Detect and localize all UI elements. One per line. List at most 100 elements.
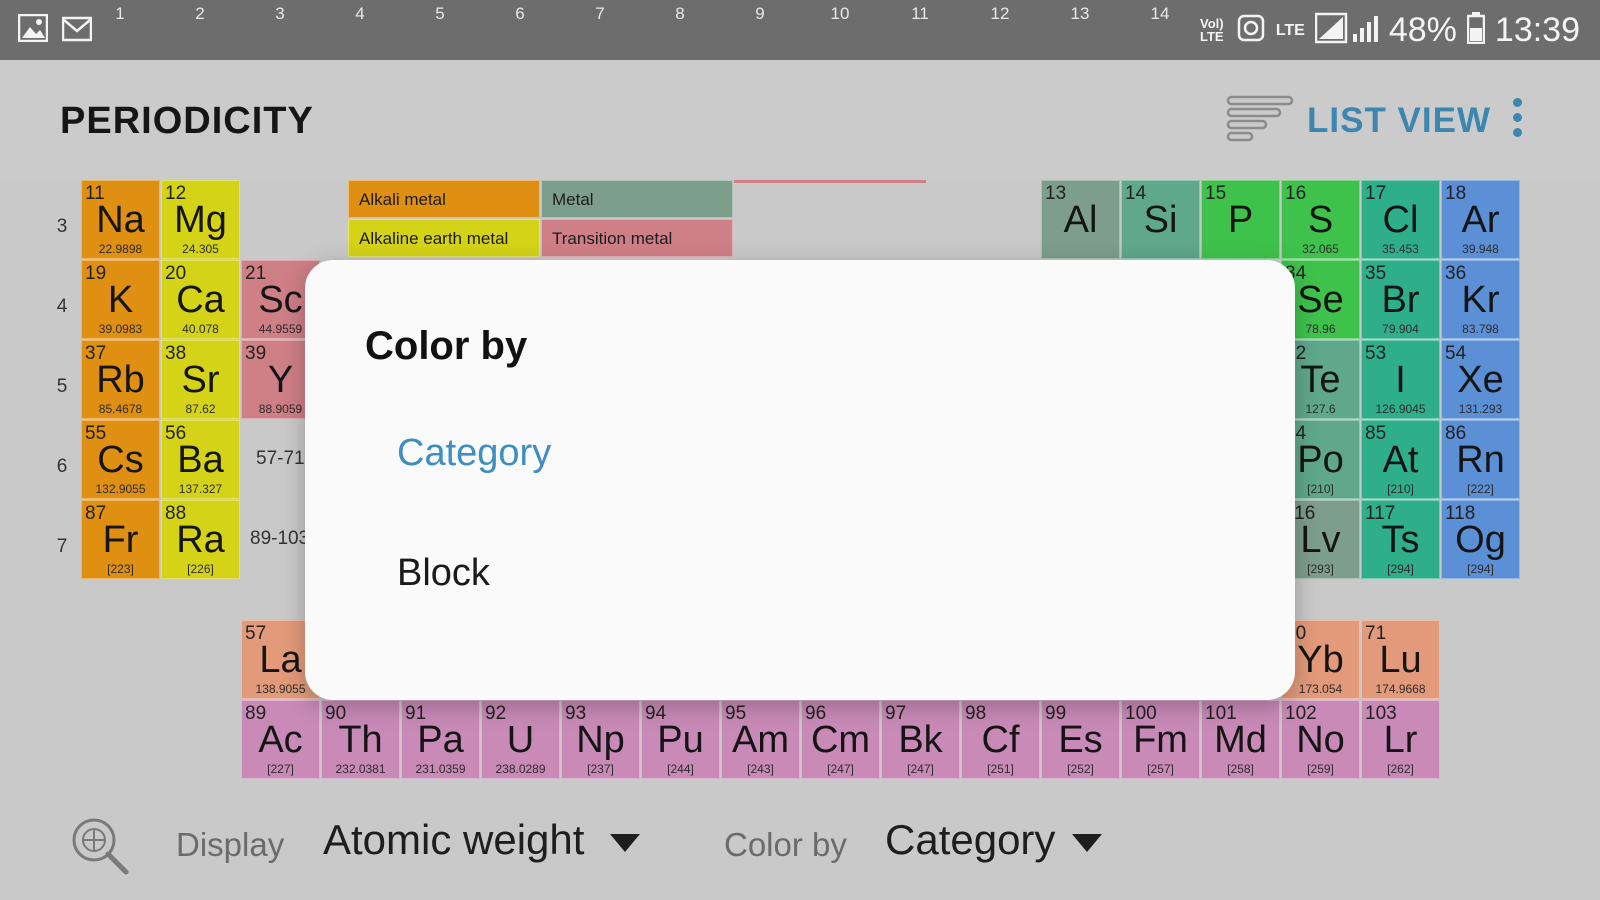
atomic-weight: 132.9055 bbox=[95, 482, 146, 496]
atomic-weight: 22.9898 bbox=[98, 242, 143, 256]
element-cell-ar[interactable]: 18 Ar 39.948 bbox=[1441, 180, 1520, 259]
element-cell-u[interactable]: 92 U 238.0289 bbox=[481, 700, 560, 779]
chevron-down-icon bbox=[1072, 834, 1102, 852]
element-cell-bk[interactable]: 97 Bk [247] bbox=[881, 700, 960, 779]
list-lines-icon bbox=[1225, 94, 1297, 147]
element-cell-br[interactable]: 35 Br 79.904 bbox=[1361, 260, 1440, 339]
atomic-weight: [259] bbox=[1307, 762, 1334, 776]
app-title: PERIODICITY bbox=[60, 100, 314, 142]
atomic-weight: [294] bbox=[1467, 562, 1494, 576]
element-symbol: Es bbox=[1058, 719, 1103, 761]
element-cell-si[interactable]: 14 Si bbox=[1121, 180, 1200, 259]
actinide-placeholder: 89-103 bbox=[250, 528, 310, 549]
element-cell-xe[interactable]: 54 Xe 131.293 bbox=[1441, 340, 1520, 419]
atomic-weight: 232.0381 bbox=[335, 762, 386, 776]
element-cell-ba[interactable]: 56 Ba 137.327 bbox=[161, 420, 240, 499]
status-bar: 1 2 3 4 5 6 7 8 9 10 11 12 13 14 Vol) LTE LTE 48% 13:… bbox=[0, 0, 1600, 60]
element-cell-lr[interactable]: 103 Lr [262] bbox=[1361, 700, 1440, 779]
element-cell-p[interactable]: 15 P bbox=[1201, 180, 1280, 259]
sync-icon bbox=[1236, 13, 1266, 48]
atomic-weight: [257] bbox=[1147, 762, 1174, 776]
element-cell-i[interactable]: 53 I 126.9045 bbox=[1361, 340, 1440, 419]
option-category[interactable]: Category bbox=[397, 432, 551, 475]
element-symbol: Pa bbox=[417, 719, 464, 761]
group-number: 14 bbox=[1150, 4, 1170, 23]
element-cell-k[interactable]: 19 K 39.0983 bbox=[81, 260, 160, 339]
element-cell-rb[interactable]: 37 Rb 85.4678 bbox=[81, 340, 160, 419]
element-cell-ra[interactable]: 88 Ra [226] bbox=[161, 500, 240, 579]
element-cell-ts[interactable]: 117 Ts [294] bbox=[1361, 500, 1440, 579]
status-indicators: Vol) LTE LTE 48% 13:39 bbox=[1198, 10, 1580, 50]
element-cell-pu[interactable]: 94 Pu [244] bbox=[641, 700, 720, 779]
element-symbol: Og bbox=[1455, 519, 1506, 561]
element-symbol: Mg bbox=[174, 199, 227, 241]
element-symbol: No bbox=[1296, 719, 1345, 761]
element-cell-og[interactable]: 118 Og [294] bbox=[1441, 500, 1520, 579]
element-symbol: Si bbox=[1143, 199, 1178, 241]
element-cell-al[interactable]: 13 Al bbox=[1041, 180, 1120, 259]
element-cell-mg[interactable]: 12 Mg 24.305 bbox=[161, 180, 240, 259]
atomic-weight: [247] bbox=[827, 762, 854, 776]
element-cell-na[interactable]: 11 Na 22.9898 bbox=[81, 180, 160, 259]
element-symbol: Rb bbox=[96, 359, 145, 401]
element-cell-lu[interactable]: 71 Lu 174.9668 bbox=[1361, 620, 1440, 699]
element-symbol: Cs bbox=[97, 439, 144, 481]
color-by-label: Color by bbox=[724, 826, 847, 863]
element-cell-cm[interactable]: 96 Cm [247] bbox=[801, 700, 880, 779]
group-number: 4 bbox=[355, 4, 365, 23]
group-number: 12 bbox=[990, 4, 1010, 23]
element-symbol: Bk bbox=[898, 719, 943, 761]
element-cell-np[interactable]: 93 Np [237] bbox=[561, 700, 640, 779]
element-cell-es[interactable]: 99 Es [252] bbox=[1041, 700, 1120, 779]
group-number: 8 bbox=[675, 4, 685, 23]
atomic-weight: [210] bbox=[1387, 482, 1414, 496]
element-symbol: Cm bbox=[810, 719, 871, 761]
list-view-button[interactable]: LIST VIEW bbox=[1225, 94, 1491, 147]
element-cell-kr[interactable]: 36 Kr 83.798 bbox=[1441, 260, 1520, 339]
group-number: 11 bbox=[911, 4, 929, 23]
atomic-weight: 79.904 bbox=[1382, 322, 1419, 336]
display-dropdown[interactable]: Atomic weight bbox=[320, 790, 650, 900]
element-symbol: Cf bbox=[981, 719, 1020, 761]
element-cell-am[interactable]: 95 Am [243] bbox=[721, 700, 800, 779]
group-number: 5 bbox=[435, 4, 445, 23]
element-cell-rn[interactable]: 86 Rn [222] bbox=[1441, 420, 1520, 499]
atomic-weight: [251] bbox=[987, 762, 1014, 776]
group-number: 7 bbox=[595, 4, 605, 23]
legend-alkaline-earth-metal: Alkaline earth metal bbox=[348, 219, 540, 257]
element-cell-cf[interactable]: 98 Cf [251] bbox=[961, 700, 1040, 779]
atomic-weight: [226] bbox=[187, 562, 214, 576]
element-cell-fm[interactable]: 100 Fm [257] bbox=[1121, 700, 1200, 779]
period-number: 4 bbox=[56, 296, 68, 317]
atomic-weight: [258] bbox=[1227, 762, 1254, 776]
color-by-dropdown[interactable]: Category bbox=[880, 790, 1120, 900]
option-block[interactable]: Block bbox=[397, 552, 490, 595]
element-cell-th[interactable]: 90 Th 232.0381 bbox=[321, 700, 400, 779]
group-number: 1 bbox=[115, 4, 125, 23]
element-cell-pa[interactable]: 91 Pa 231.0359 bbox=[401, 700, 480, 779]
element-cell-s[interactable]: 16 S 32.065 bbox=[1281, 180, 1360, 259]
element-cell-fr[interactable]: 87 Fr [223] bbox=[81, 500, 160, 579]
atomic-weight: [223] bbox=[107, 562, 134, 576]
atomic-weight: 137.327 bbox=[178, 482, 223, 496]
group-number: 9 bbox=[755, 4, 765, 23]
element-cell-ca[interactable]: 20 Ca 40.078 bbox=[161, 260, 240, 339]
element-cell-cl[interactable]: 17 Cl 35.453 bbox=[1361, 180, 1440, 259]
element-cell-ac[interactable]: 89 Ac [227] bbox=[241, 700, 320, 779]
element-symbol: Ts bbox=[1381, 519, 1420, 561]
element-symbol: Ac bbox=[258, 719, 303, 761]
dialog-title: Color by bbox=[365, 324, 528, 368]
group-number: 2 bbox=[195, 4, 205, 23]
element-cell-md[interactable]: 101 Md [258] bbox=[1201, 700, 1280, 779]
element-symbol: Br bbox=[1381, 279, 1420, 321]
atomic-weight: [227] bbox=[267, 762, 294, 776]
element-cell-cs[interactable]: 55 Cs 132.9055 bbox=[81, 420, 160, 499]
group-number: 10 bbox=[830, 4, 850, 23]
atomic-weight: 32.065 bbox=[1302, 242, 1339, 256]
more-vert-icon[interactable] bbox=[1510, 98, 1524, 144]
element-symbol: U bbox=[506, 719, 535, 761]
element-search-icon[interactable] bbox=[68, 814, 132, 883]
element-cell-sr[interactable]: 38 Sr 87.62 bbox=[161, 340, 240, 419]
element-cell-at[interactable]: 85 At [210] bbox=[1361, 420, 1440, 499]
element-cell-no[interactable]: 102 No [259] bbox=[1281, 700, 1360, 779]
